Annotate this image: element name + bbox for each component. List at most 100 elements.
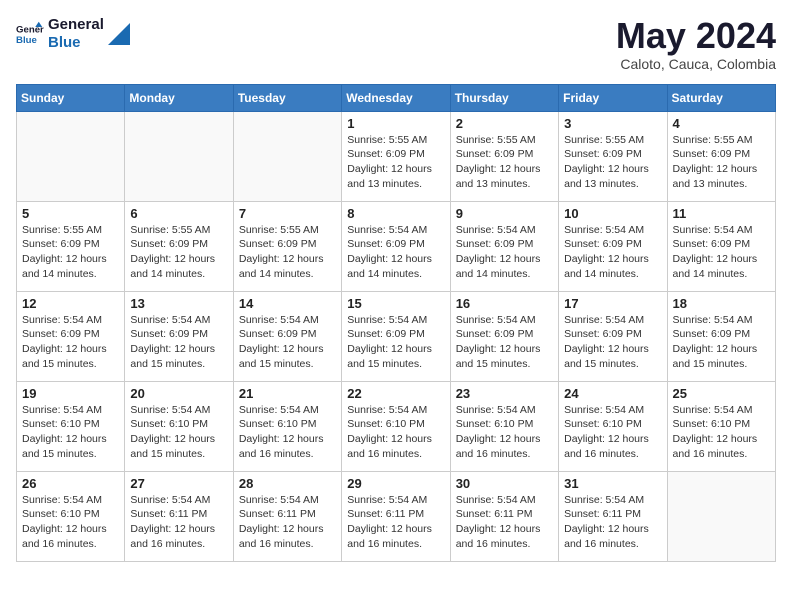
- title-block: May 2024 Caloto, Cauca, Colombia: [616, 16, 776, 72]
- calendar-cell: 30Sunrise: 5:54 AMSunset: 6:11 PMDayligh…: [450, 471, 558, 561]
- calendar-cell: [17, 111, 125, 201]
- calendar-cell: 22 Sunrise: 5:54 AMSunset: 6:10 PMDayligh…: [342, 381, 450, 471]
- month-title: May 2024: [616, 16, 776, 56]
- calendar-cell: 4 Sunrise: 5:55 AMSunset: 6:09 PMDaylight…: [667, 111, 775, 201]
- day-info: Sunrise: 5:54 AMSunset: 6:09 PMDaylight:…: [347, 223, 444, 282]
- calendar-cell: 13 Sunrise: 5:54 AMSunset: 6:09 PMDayligh…: [125, 291, 233, 381]
- calendar-cell: 9Sunrise: 5:54 AMSunset: 6:09 PMDaylight…: [450, 201, 558, 291]
- day-info: Sunrise: 5:54 AMSunset: 6:11 PMDaylight:…: [130, 493, 227, 552]
- day-info: Sunrise: 5:54 AMSunset: 6:10 PMDaylight:…: [456, 403, 553, 462]
- day-info: Sunrise: 5:54 AMSunset: 6:09 PMDaylight:…: [456, 313, 553, 372]
- day-number: 22: [347, 386, 444, 401]
- day-number: 2: [456, 116, 553, 131]
- column-header-sunday: Sunday: [17, 84, 125, 111]
- day-number: 19: [22, 386, 119, 401]
- calendar-cell: 14 Sunrise: 5:54 AMSunset: 6:09 PMDayligh…: [233, 291, 341, 381]
- calendar-cell: 23 Sunrise: 5:54 AMSunset: 6:10 PMDayligh…: [450, 381, 558, 471]
- day-number: 11: [673, 206, 770, 221]
- day-info: Sunrise: 5:54 AMSunset: 6:11 PMDaylight:…: [347, 493, 444, 552]
- week-row-4: 19 Sunrise: 5:54 AMSunset: 6:10 PMDayligh…: [17, 381, 776, 471]
- day-number: 5: [22, 206, 119, 221]
- day-number: 3: [564, 116, 661, 131]
- day-number: 27: [130, 476, 227, 491]
- day-number: 6: [130, 206, 227, 221]
- calendar-cell: 24 Sunrise: 5:54 AMSunset: 6:10 PMDayligh…: [559, 381, 667, 471]
- day-number: 24: [564, 386, 661, 401]
- calendar-cell: 18Sunrise: 5:54 AMSunset: 6:09 PMDayligh…: [667, 291, 775, 381]
- day-number: 8: [347, 206, 444, 221]
- day-number: 29: [347, 476, 444, 491]
- day-info: Sunrise: 5:54 AMSunset: 6:09 PMDaylight:…: [347, 313, 444, 372]
- day-info: Sunrise: 5:55 AMSunset: 6:09 PMDaylight:…: [456, 133, 553, 192]
- day-number: 26: [22, 476, 119, 491]
- day-info: Sunrise: 5:54 AMSunset: 6:09 PMDaylight:…: [673, 313, 770, 372]
- day-info: Sunrise: 5:54 AMSunset: 6:11 PMDaylight:…: [239, 493, 336, 552]
- calendar-cell: 17 Sunrise: 5:54 AMSunset: 6:09 PMDayligh…: [559, 291, 667, 381]
- day-number: 13: [130, 296, 227, 311]
- calendar-cell: 8 Sunrise: 5:54 AMSunset: 6:09 PMDaylight…: [342, 201, 450, 291]
- calendar-cell: 12Sunrise: 5:54 AMSunset: 6:09 PMDayligh…: [17, 291, 125, 381]
- day-number: 15: [347, 296, 444, 311]
- calendar-cell: 26 Sunrise: 5:54 AMSunset: 6:10 PMDayligh…: [17, 471, 125, 561]
- week-row-3: 12 Sunrise: 5:54 AMSunset: 6:09 PMDayligh…: [17, 291, 776, 381]
- week-row-2: 5 Sunrise: 5:55 AMSunset: 6:09 PMDaylight…: [17, 201, 776, 291]
- calendar-cell: [125, 111, 233, 201]
- day-number: 21: [239, 386, 336, 401]
- column-header-friday: Friday: [559, 84, 667, 111]
- day-number: 17: [564, 296, 661, 311]
- calendar-cell: 27 Sunrise: 5:54 AMSunset: 6:11 PMDayligh…: [125, 471, 233, 561]
- day-info: Sunrise: 5:54 AMSunset: 6:10 PMDaylight:…: [347, 403, 444, 462]
- day-number: 4: [673, 116, 770, 131]
- column-header-thursday: Thursday: [450, 84, 558, 111]
- day-number: 25: [673, 386, 770, 401]
- column-header-monday: Monday: [125, 84, 233, 111]
- day-info: Sunrise: 5:54 AMSunset: 6:09 PMDaylight:…: [239, 313, 336, 372]
- calendar-cell: 15 Sunrise: 5:54 AMSunset: 6:09 PMDayligh…: [342, 291, 450, 381]
- calendar-cell: 6 Sunrise: 5:55 AMSunset: 6:09 PMDaylight…: [125, 201, 233, 291]
- day-number: 14: [239, 296, 336, 311]
- day-info: Sunrise: 5:54 AMSunset: 6:10 PMDaylight:…: [564, 403, 661, 462]
- day-number: 12: [22, 296, 119, 311]
- day-info: Sunrise: 5:55 AMSunset: 6:09 PMDaylight:…: [22, 223, 119, 282]
- calendar-cell: 5 Sunrise: 5:55 AMSunset: 6:09 PMDaylight…: [17, 201, 125, 291]
- column-header-wednesday: Wednesday: [342, 84, 450, 111]
- day-number: 9: [456, 206, 553, 221]
- logo-general: General: [48, 16, 104, 34]
- day-number: 23: [456, 386, 553, 401]
- day-info: Sunrise: 5:54 AMSunset: 6:09 PMDaylight:…: [564, 313, 661, 372]
- day-info: Sunrise: 5:55 AMSunset: 6:09 PMDaylight:…: [564, 133, 661, 192]
- page-header: General Blue General Blue May 2024 Calot…: [16, 16, 776, 72]
- day-number: 30: [456, 476, 553, 491]
- calendar-cell: 31 Sunrise: 5:54 AMSunset: 6:11 PMDayligh…: [559, 471, 667, 561]
- day-info: Sunrise: 5:55 AMSunset: 6:09 PMDaylight:…: [673, 133, 770, 192]
- column-header-tuesday: Tuesday: [233, 84, 341, 111]
- calendar-header-row: SundayMondayTuesdayWednesdayThursdayFrid…: [17, 84, 776, 111]
- day-info: Sunrise: 5:54 AMSunset: 6:09 PMDaylight:…: [130, 313, 227, 372]
- location: Caloto, Cauca, Colombia: [616, 56, 776, 72]
- calendar-cell: 21 Sunrise: 5:54 AMSunset: 6:10 PMDayligh…: [233, 381, 341, 471]
- day-number: 28: [239, 476, 336, 491]
- column-header-saturday: Saturday: [667, 84, 775, 111]
- calendar-cell: 10Sunrise: 5:54 AMSunset: 6:09 PMDayligh…: [559, 201, 667, 291]
- calendar-cell: 25Sunrise: 5:54 AMSunset: 6:10 PMDayligh…: [667, 381, 775, 471]
- calendar-cell: 2 Sunrise: 5:55 AMSunset: 6:09 PMDaylight…: [450, 111, 558, 201]
- day-info: Sunrise: 5:54 AMSunset: 6:10 PMDaylight:…: [22, 403, 119, 462]
- calendar-cell: 29 Sunrise: 5:54 AMSunset: 6:11 PMDayligh…: [342, 471, 450, 561]
- day-number: 31: [564, 476, 661, 491]
- day-info: Sunrise: 5:54 AMSunset: 6:09 PMDaylight:…: [564, 223, 661, 282]
- week-row-1: 1 Sunrise: 5:55 AMSunset: 6:09 PMDaylight…: [17, 111, 776, 201]
- calendar-cell: 19 Sunrise: 5:54 AMSunset: 6:10 PMDayligh…: [17, 381, 125, 471]
- calendar-cell: 7Sunrise: 5:55 AMSunset: 6:09 PMDaylight…: [233, 201, 341, 291]
- day-info: Sunrise: 5:54 AMSunset: 6:10 PMDaylight:…: [22, 493, 119, 552]
- day-number: 1: [347, 116, 444, 131]
- calendar-cell: [233, 111, 341, 201]
- calendar-cell: 1Sunrise: 5:55 AMSunset: 6:09 PMDaylight…: [342, 111, 450, 201]
- calendar-cell: 28 Sunrise: 5:54 AMSunset: 6:11 PMDayligh…: [233, 471, 341, 561]
- day-info: Sunrise: 5:54 AMSunset: 6:10 PMDaylight:…: [239, 403, 336, 462]
- logo-triangle-icon: [108, 23, 130, 45]
- day-info: Sunrise: 5:54 AMSunset: 6:10 PMDaylight:…: [130, 403, 227, 462]
- day-info: Sunrise: 5:54 AMSunset: 6:11 PMDaylight:…: [564, 493, 661, 552]
- day-number: 16: [456, 296, 553, 311]
- calendar-cell: [667, 471, 775, 561]
- day-info: Sunrise: 5:55 AMSunset: 6:09 PMDaylight:…: [130, 223, 227, 282]
